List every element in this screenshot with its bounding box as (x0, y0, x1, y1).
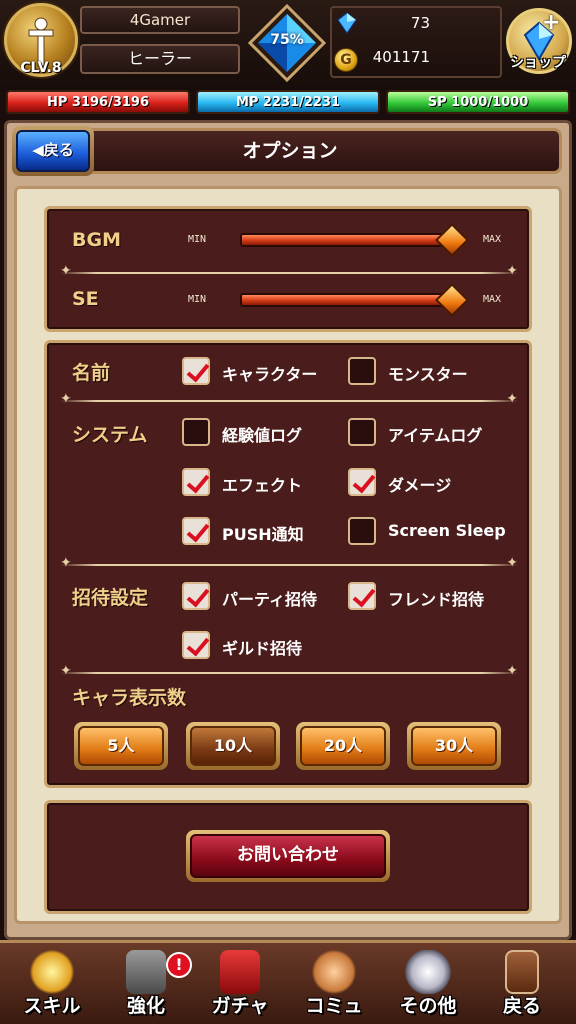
door-icon (505, 950, 539, 994)
nav-skill-label: スキル (23, 995, 81, 1017)
back-button-label: ◀戻る (16, 130, 90, 172)
se-max-label: MAX (483, 294, 502, 305)
count-30-button[interactable]: 30人 (407, 722, 501, 770)
mp-bar: MP 2231/2231 (196, 90, 380, 114)
player-name: 4Gamer (80, 6, 240, 34)
count-20-label: 20人 (300, 726, 386, 766)
nav-back[interactable]: 戻る (476, 948, 568, 1024)
item-log-option-label: アイテムログ (388, 426, 483, 445)
nav-community-label: コミュ (305, 995, 363, 1017)
se-slider[interactable] (240, 293, 454, 307)
exp-log-checkbox[interactable] (182, 418, 210, 446)
back-button[interactable]: ◀戻る (12, 126, 94, 176)
friend-invite-option-label: フレンド招待 (388, 590, 485, 609)
exp-percent: 75% (270, 32, 304, 48)
system-section-label: システム (72, 424, 148, 446)
contact-button[interactable]: お問い合わせ (186, 830, 390, 882)
hp-bar: HP 3196/3196 (6, 90, 190, 114)
crystal-count: 73 (410, 14, 430, 32)
handshake-icon (311, 950, 357, 994)
bgm-min-label: MIN (188, 234, 207, 245)
divider (60, 555, 518, 571)
divider (60, 663, 518, 679)
anvil-icon (126, 950, 166, 994)
level-label: CLV.8 (20, 60, 62, 76)
gear-icon (405, 950, 451, 994)
nav-skill[interactable]: スキル (6, 948, 98, 1024)
se-label: SE (72, 288, 99, 310)
skill-icon (29, 950, 75, 994)
effect-option-label: エフェクト (222, 476, 303, 495)
shop-label: ショップ (510, 55, 566, 71)
bgm-label: BGM (72, 229, 121, 251)
gold-coin-icon: G (334, 48, 358, 72)
alert-badge: ! (166, 952, 192, 978)
contact-button-label: お問い合わせ (190, 834, 386, 878)
damage-checkbox[interactable] (348, 468, 376, 496)
sound-panel (44, 206, 532, 332)
count-10-label: 10人 (190, 726, 276, 766)
guild-invite-option-label: ギルド招待 (222, 639, 303, 658)
monster-checkbox[interactable] (348, 357, 376, 385)
divider (60, 391, 518, 407)
character-checkbox[interactable] (182, 357, 210, 385)
nav-community[interactable]: コミュ (288, 948, 380, 1024)
display-count-label: キャラ表示数 (72, 687, 187, 709)
gacha-icon (220, 950, 260, 994)
count-5-button[interactable]: 5人 (74, 722, 168, 770)
screen-sleep-option-label: Screen Sleep (388, 521, 506, 540)
nav-gacha-label: ガチャ (211, 995, 269, 1017)
monster-option-label: モンスター (388, 365, 468, 384)
character-option-label: キャラクター (222, 365, 318, 384)
nav-enhance-label: 強化 (126, 995, 165, 1017)
push-notification-option-label: PUSH通知 (222, 525, 304, 544)
player-class: ヒーラー (80, 44, 240, 74)
sp-bar: SP 1000/1000 (386, 90, 570, 114)
party-invite-checkbox[interactable] (182, 582, 210, 610)
guild-invite-checkbox[interactable] (182, 631, 210, 659)
effect-checkbox[interactable] (182, 468, 210, 496)
count-20-button[interactable]: 20人 (296, 722, 390, 770)
gold-count: 401171 (372, 48, 430, 66)
se-min-label: MIN (188, 294, 207, 305)
damage-option-label: ダメージ (388, 476, 452, 495)
nav-gacha[interactable]: ガチャ (194, 948, 286, 1024)
friend-invite-checkbox[interactable] (348, 582, 376, 610)
invite-section-label: 招待設定 (72, 587, 149, 609)
nav-other[interactable]: その他 (382, 948, 474, 1024)
page-title: オプション (242, 140, 338, 162)
count-5-label: 5人 (78, 726, 164, 766)
crystal-icon (337, 12, 357, 34)
bgm-max-label: MAX (483, 234, 502, 245)
screen-sleep-checkbox[interactable] (348, 517, 376, 545)
divider (60, 263, 518, 279)
count-30-label: 30人 (411, 726, 497, 766)
party-invite-option-label: パーティ招待 (222, 590, 318, 609)
bgm-slider[interactable] (240, 233, 454, 247)
item-log-checkbox[interactable] (348, 418, 376, 446)
nav-other-label: その他 (399, 995, 457, 1017)
exp-log-option-label: 経験値ログ (222, 426, 303, 445)
count-10-button[interactable]: 10人 (186, 722, 280, 770)
plus-icon: + (542, 10, 561, 35)
push-notification-checkbox[interactable] (182, 517, 210, 545)
name-section-label: 名前 (72, 362, 111, 384)
nav-back-label: 戻る (502, 995, 541, 1017)
